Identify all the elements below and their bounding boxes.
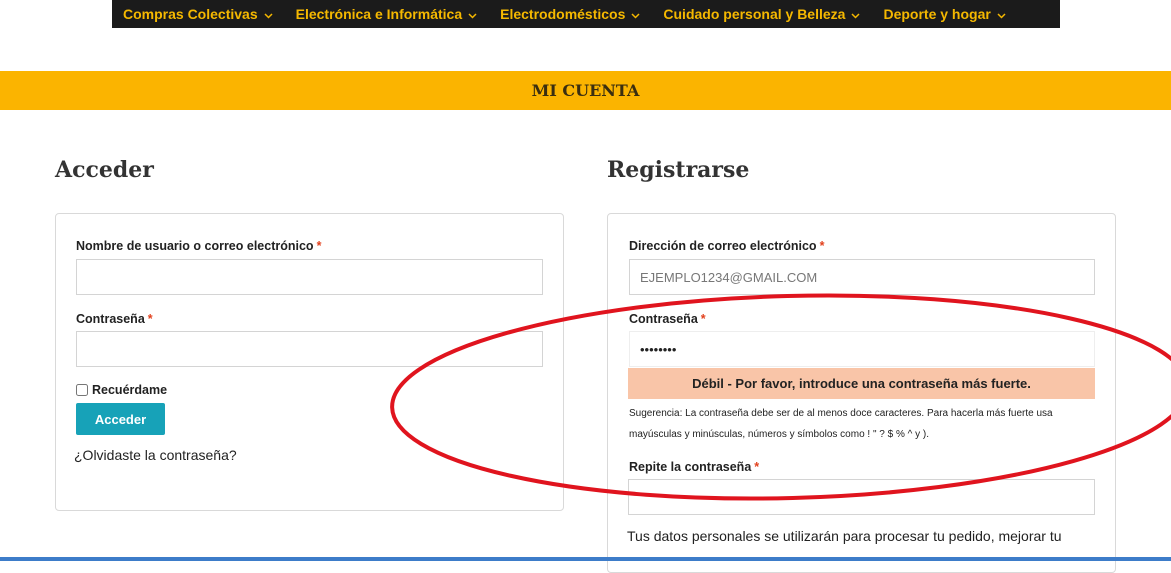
- register-password-label: Contraseña *: [629, 312, 706, 326]
- nav-item-label: Cuidado personal y Belleza: [663, 6, 846, 22]
- top-navigation: Compras Colectivas Electrónica e Informá…: [112, 0, 1060, 28]
- nav-item-deporte-hogar[interactable]: Deporte y hogar: [883, 6, 1006, 22]
- page-banner: MI CUENTA: [0, 71, 1171, 110]
- chevron-down-icon: [468, 6, 477, 22]
- email-label: Dirección de correo electrónico *: [629, 239, 825, 253]
- remember-me[interactable]: Recuérdame: [76, 383, 167, 397]
- chevron-down-icon: [997, 6, 1006, 22]
- chevron-down-icon: [631, 6, 640, 22]
- register-password-input[interactable]: ••••••••: [629, 331, 1095, 367]
- login-password-input[interactable]: [76, 331, 543, 367]
- register-title: Registrarse: [607, 157, 750, 183]
- nav-item-cuidado-personal[interactable]: Cuidado personal y Belleza: [663, 6, 860, 22]
- remember-checkbox[interactable]: [76, 384, 88, 396]
- page-title: MI CUENTA: [531, 81, 640, 100]
- login-title: Acceder: [55, 157, 154, 183]
- username-label: Nombre de usuario o correo electrónico *: [76, 239, 322, 253]
- nav-item-electronica[interactable]: Electrónica e Informática: [296, 6, 478, 22]
- privacy-notice: Tus datos personales se utilizarán para …: [627, 528, 1062, 544]
- remember-label: Recuérdame: [92, 383, 168, 397]
- nav-item-compras-colectivas[interactable]: Compras Colectivas: [123, 6, 273, 22]
- username-input[interactable]: [76, 259, 543, 295]
- nav-item-electrodomesticos[interactable]: Electrodomésticos: [500, 6, 640, 22]
- nav-item-label: Compras Colectivas: [123, 6, 258, 22]
- forgot-password-link[interactable]: ¿Olvidaste la contraseña?: [74, 447, 237, 463]
- nav-item-label: Deporte y hogar: [883, 6, 991, 22]
- password-strength-meter: Débil - Por favor, introduce una contras…: [628, 368, 1095, 399]
- nav-item-label: Electrodomésticos: [500, 6, 626, 22]
- password-hint-line1: Sugerencia: La contraseña debe ser de al…: [629, 408, 1053, 419]
- bottom-bar: [0, 557, 1171, 561]
- login-button[interactable]: Acceder: [76, 403, 165, 435]
- email-input[interactable]: [629, 259, 1095, 295]
- repeat-password-input[interactable]: [628, 479, 1095, 515]
- password-hint-line2: mayúsculas y minúsculas, números y símbo…: [629, 429, 930, 440]
- chevron-down-icon: [851, 6, 860, 22]
- nav-item-label: Electrónica e Informática: [295, 6, 463, 22]
- login-password-label: Contraseña *: [76, 312, 153, 326]
- repeat-password-label: Repite la contraseña *: [629, 460, 760, 474]
- chevron-down-icon: [264, 6, 273, 22]
